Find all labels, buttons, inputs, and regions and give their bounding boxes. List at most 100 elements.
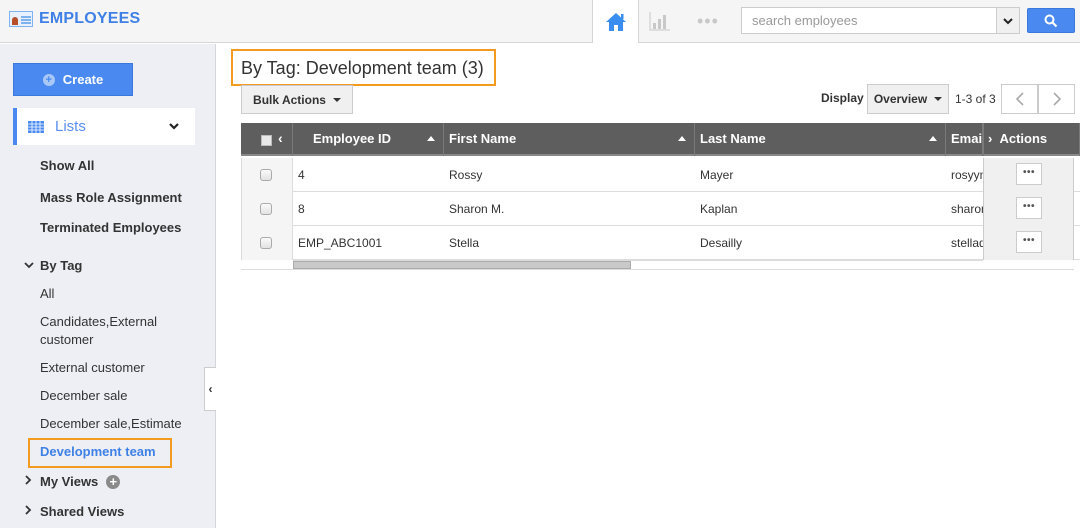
table-row[interactable]: EMP_ABC1001 Stella Desailly stellad ••• — [241, 226, 1080, 260]
prev-page-button[interactable] — [1001, 84, 1038, 114]
chevron-down-icon — [1003, 17, 1013, 24]
create-label: Create — [62, 72, 104, 87]
row-checkbox[interactable] — [260, 203, 272, 215]
top-bar: EMPLOYEES ••• — [0, 0, 1080, 43]
caret-down-icon — [332, 97, 341, 102]
sort-asc-icon — [427, 136, 435, 141]
chevron-left-icon: ‹ — [208, 382, 213, 396]
cell-employee-id[interactable]: 8 — [298, 192, 444, 226]
row-actions-button[interactable]: ••• — [1016, 197, 1042, 219]
next-page-button[interactable] — [1038, 84, 1075, 114]
chevron-down-icon — [169, 123, 179, 130]
plus-circle-icon: + — [42, 73, 55, 86]
sidebar-group-shared-views[interactable]: Shared Views — [24, 503, 124, 521]
search-box — [741, 7, 1020, 34]
column-header-last-name[interactable]: Last Name — [695, 123, 946, 156]
employee-card-icon — [9, 11, 33, 27]
bulk-actions-label: Bulk Actions — [253, 92, 326, 107]
bar-chart-icon — [649, 12, 670, 31]
display-label: Display — [821, 91, 864, 105]
table-row[interactable]: 4 Rossy Mayer rosyym ••• — [241, 158, 1080, 192]
sort-asc-icon — [929, 136, 937, 141]
collapse-columns-icon[interactable]: ‹ — [278, 123, 283, 154]
cell-first-name: Stella — [449, 236, 480, 250]
nav-home-button[interactable] — [592, 0, 639, 43]
caret-down-icon — [934, 97, 943, 101]
row-select-cell — [241, 158, 293, 192]
cell-employee-id[interactable]: 4 — [298, 158, 444, 192]
sidebar-tag-candidates-external-customer[interactable]: Candidates,External customer — [40, 313, 190, 349]
sidebar-tag-december-sale[interactable]: December sale — [40, 387, 127, 405]
column-label: Last Name — [700, 131, 766, 146]
add-view-icon[interactable]: + — [106, 475, 121, 489]
column-header-first-name[interactable]: First Name — [444, 123, 695, 156]
sort-asc-icon — [678, 136, 686, 141]
page-title: By Tag: Development team (3) — [241, 58, 484, 78]
lists-section-header[interactable]: Lists — [13, 108, 195, 145]
column-label: First Name — [449, 131, 517, 146]
grid-list-icon — [28, 120, 44, 133]
cell-first-name: Rossy — [449, 168, 483, 182]
actions-cell: ••• — [983, 226, 1074, 260]
row-checkbox[interactable] — [260, 237, 272, 249]
row-actions-button[interactable]: ••• — [1016, 163, 1042, 185]
app-brand[interactable]: EMPLOYEES — [9, 10, 140, 28]
sidebar-item-mass-role-assignment[interactable]: Mass Role Assignment — [40, 189, 182, 207]
column-label: Emai — [951, 131, 983, 146]
cell-last-name: Mayer — [700, 168, 734, 182]
search-button[interactable] — [1027, 8, 1075, 33]
column-label: Actions — [999, 131, 1048, 146]
cell-last-name: Desailly — [700, 236, 743, 250]
row-actions-button[interactable]: ••• — [1016, 231, 1042, 253]
sidebar-group-my-views[interactable]: My Views + — [24, 473, 121, 491]
column-label: Employee ID — [313, 131, 392, 146]
actions-cell: ••• — [983, 158, 1074, 192]
column-header-email[interactable]: Emai — [946, 123, 983, 156]
sidebar-group-by-tag[interactable]: By Tag — [24, 257, 82, 275]
row-select-cell — [241, 192, 293, 226]
display-value: Overview — [873, 92, 928, 106]
app-title: EMPLOYEES — [39, 10, 141, 27]
chevron-right-icon — [1052, 92, 1061, 106]
search-icon — [1044, 14, 1058, 27]
table-header: ‹ Employee ID First Name Last Name Emai … — [241, 123, 1080, 156]
sidebar-tag-december-sale-estimate[interactable]: December sale,Estimate — [40, 415, 182, 433]
cell-employee-id[interactable]: EMP_ABC1001 — [298, 226, 444, 260]
table-row[interactable]: 8 Sharon M. Kaplan sharon ••• — [241, 192, 1080, 226]
actions-cell: ••• — [983, 192, 1074, 226]
sidebar-collapse-toggle[interactable]: ‹ — [204, 367, 216, 411]
expand-columns-icon[interactable]: › — [988, 131, 992, 146]
pager-range: 1-3 of 3 — [955, 92, 996, 106]
by-tag-label: By Tag — [40, 258, 83, 273]
scrollbar-thumb[interactable] — [293, 261, 631, 269]
home-icon — [605, 12, 626, 31]
sidebar-item-show-all[interactable]: Show All — [40, 157, 94, 175]
chevron-right-icon — [24, 473, 34, 491]
more-icon: ••• — [697, 11, 719, 31]
cell-email: sharon — [951, 202, 983, 216]
shared-views-label: Shared Views — [40, 504, 125, 519]
chevron-left-icon — [1015, 92, 1024, 106]
column-header-actions: › Actions — [983, 123, 1080, 156]
cell-email: rosyym — [951, 168, 983, 182]
create-button[interactable]: + Create — [13, 63, 133, 96]
sidebar-item-terminated-employees[interactable]: Terminated Employees — [40, 219, 181, 237]
search-filter-dropdown[interactable] — [996, 8, 1019, 33]
header-select-cell: ‹ — [241, 123, 293, 156]
nav-reports-button[interactable] — [648, 9, 672, 33]
row-checkbox[interactable] — [260, 169, 272, 181]
bulk-actions-button[interactable]: Bulk Actions — [241, 85, 353, 114]
nav-more-button[interactable]: ••• — [697, 11, 723, 31]
cell-last-name: Kaplan — [700, 202, 738, 216]
my-views-label: My Views — [40, 474, 99, 489]
search-input[interactable] — [742, 8, 997, 33]
sidebar: + Create Lists Show All Mass Role Assign… — [0, 44, 216, 528]
column-header-employee-id[interactable]: Employee ID — [293, 123, 444, 156]
row-select-cell — [241, 226, 293, 260]
sidebar-tag-development-team[interactable]: Development team — [40, 443, 156, 461]
sidebar-tag-all[interactable]: All — [40, 285, 54, 303]
chevron-right-icon — [24, 503, 34, 521]
select-all-checkbox[interactable] — [261, 135, 272, 146]
display-select[interactable]: Overview — [867, 84, 949, 114]
sidebar-tag-external-customer[interactable]: External customer — [40, 359, 145, 377]
